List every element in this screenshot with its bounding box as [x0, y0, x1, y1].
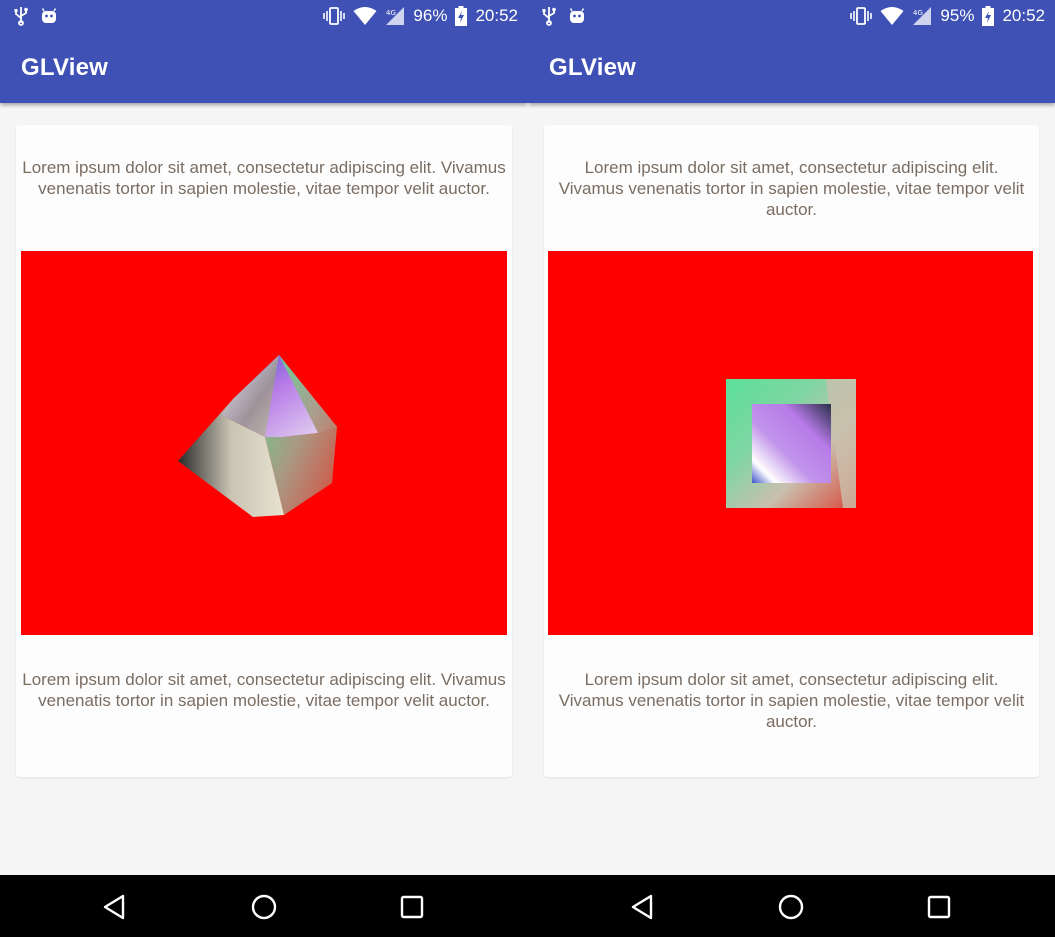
status-time: 20:52 [1002, 6, 1045, 25]
rotating-cube-render [178, 355, 337, 517]
signal-icon: 4G [912, 6, 932, 26]
battery-percent: 96% [413, 6, 448, 25]
back-icon[interactable] [629, 893, 657, 921]
cube-front-render [726, 379, 856, 508]
status-time: 20:52 [475, 6, 518, 25]
battery-percent: 95% [940, 6, 975, 25]
gl-surface-view[interactable] [21, 251, 507, 635]
status-bar: 4G 96% 20:52 [0, 0, 528, 33]
vibrate-icon [850, 6, 873, 26]
usb-icon [542, 6, 556, 26]
recents-icon[interactable] [925, 893, 953, 921]
android-icon [40, 7, 58, 25]
svg-text:4G: 4G [386, 9, 396, 17]
svg-text:4G: 4G [913, 9, 923, 17]
wifi-icon [353, 6, 377, 26]
android-icon [568, 7, 586, 25]
navigation-bar [0, 875, 1055, 937]
paragraph-bottom: Lorem ipsum dolor sit amet, consectetur … [558, 670, 1025, 731]
recents-icon[interactable] [398, 893, 426, 921]
back-icon[interactable] [101, 893, 129, 921]
signal-icon: 4G [385, 6, 405, 26]
screen-left: 4G 96% 20:52 GLView Lorem ipsum dolor si… [0, 0, 528, 875]
paragraph-top: Lorem ipsum dolor sit amet, consectetur … [22, 158, 506, 198]
home-icon[interactable] [250, 893, 278, 921]
battery-charging-icon [455, 6, 468, 26]
battery-charging-icon [982, 6, 995, 26]
vibrate-icon [323, 6, 346, 26]
status-bar: 4G 95% 20:52 [528, 0, 1055, 33]
content-card: Lorem ipsum dolor sit amet, consectetur … [16, 125, 512, 777]
app-bar: 4G 96% 20:52 GLView [0, 0, 528, 103]
gl-surface-view[interactable] [548, 251, 1033, 635]
app-bar: 4G 95% 20:52 GLView [528, 0, 1055, 103]
app-title: GLView [549, 54, 637, 81]
content-card: Lorem ipsum dolor sit amet, consectetur … [544, 125, 1039, 777]
app-title: GLView [21, 54, 109, 81]
paragraph-top: Lorem ipsum dolor sit amet, consectetur … [558, 158, 1025, 219]
paragraph-bottom: Lorem ipsum dolor sit amet, consectetur … [22, 670, 506, 710]
screen-right: 4G 95% 20:52 GLView Lorem ipsum dolor si… [528, 0, 1055, 875]
usb-icon [14, 6, 28, 26]
wifi-icon [880, 6, 904, 26]
home-icon[interactable] [777, 893, 805, 921]
